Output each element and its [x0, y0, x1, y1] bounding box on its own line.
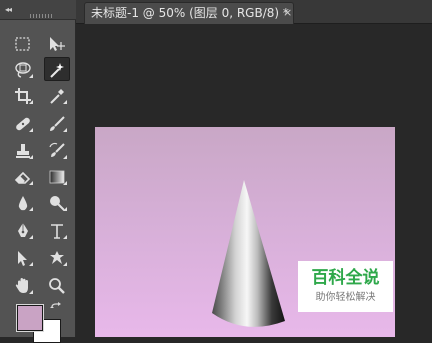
blur-tool[interactable]	[10, 190, 36, 214]
lasso-tool[interactable]	[10, 57, 36, 81]
watermark-subtitle: 助你轻松解决	[315, 292, 376, 303]
zoom-tool[interactable]	[44, 273, 70, 297]
swap-colors-icon[interactable]	[50, 302, 62, 314]
zoom-icon	[49, 278, 65, 294]
panel-grip[interactable]	[30, 14, 52, 18]
type-tool[interactable]	[44, 218, 70, 242]
crop-tool[interactable]	[10, 83, 36, 107]
foreground-color-swatch[interactable]	[17, 305, 43, 331]
magic-wand-icon	[50, 63, 64, 78]
magic-wand-tool[interactable]	[44, 57, 70, 81]
brush-tool[interactable]	[44, 111, 70, 135]
spot-healing-brush-tool[interactable]	[10, 111, 36, 135]
document-tab-strip: 未标题-1 @ 50% (图层 0, RGB/8) * ×	[76, 0, 432, 24]
rectangular-marquee-tool[interactable]	[10, 31, 36, 55]
close-icon[interactable]: ×	[283, 6, 292, 20]
document-tab-title: 未标题-1 @ 50% (图层 0, RGB/8) *	[91, 6, 289, 20]
path-selection-tool[interactable]	[10, 245, 36, 269]
watermark-title: 百科全说	[311, 268, 380, 288]
move-icon	[50, 37, 65, 51]
eraser-tool[interactable]	[10, 164, 36, 188]
document-tab[interactable]: 未标题-1 @ 50% (图层 0, RGB/8) * ×	[84, 2, 294, 24]
clone-stamp-tool[interactable]	[10, 138, 36, 162]
hand-tool[interactable]	[10, 273, 36, 297]
collapse-panel-icon[interactable]: ◂◂	[5, 6, 12, 14]
move-tool[interactable]	[44, 31, 70, 55]
watermark-logo: 百科全说 助你轻松解决	[298, 261, 393, 312]
gradient-tool[interactable]	[44, 164, 70, 188]
rectangle-marquee-icon	[15, 37, 30, 51]
tools-panel-header: ◂◂	[0, 0, 76, 20]
dodge-tool[interactable]	[44, 190, 70, 214]
tools-panel: ◂◂	[0, 0, 76, 343]
eyedropper-tool[interactable]	[44, 83, 70, 107]
pen-tool[interactable]	[10, 218, 36, 242]
custom-shape-tool[interactable]	[44, 245, 70, 269]
history-brush-tool[interactable]	[44, 138, 70, 162]
